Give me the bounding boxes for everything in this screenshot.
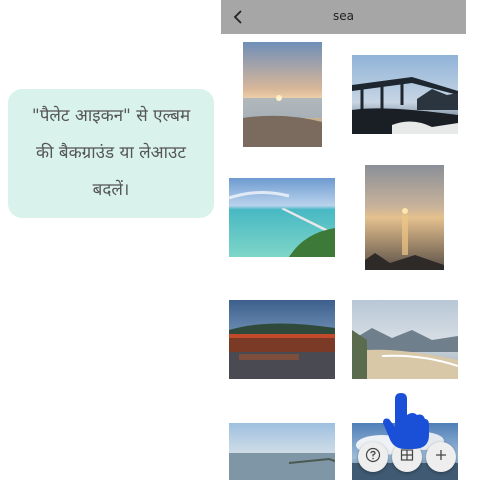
photo-sunset-reflection[interactable]: [365, 165, 444, 270]
plus-icon: [433, 447, 449, 467]
photo-floating-shrine[interactable]: [229, 300, 335, 379]
hint-tooltip-text: "पैलेट आइकन" से एल्बम की बैकग्राउंड या ल…: [31, 106, 191, 200]
photo-hazy-sea[interactable]: [229, 423, 335, 480]
app-bar: sea: [221, 0, 466, 34]
grid-palette-icon: [399, 447, 415, 467]
add-button[interactable]: [426, 442, 456, 472]
photo-coastline-mountains[interactable]: [352, 300, 458, 379]
photo-bridge-silhouette[interactable]: [352, 55, 458, 134]
help-circle-icon: [365, 447, 381, 467]
pointing-hand-icon: [383, 393, 429, 449]
hint-tooltip: "पैलेट आइकन" से एल्बम की बैकग्राउंड या ल…: [8, 89, 214, 218]
photo-sunset-beach[interactable]: [243, 42, 322, 147]
album-title: sea: [333, 9, 354, 23]
photo-pier-tropical[interactable]: [229, 178, 335, 257]
